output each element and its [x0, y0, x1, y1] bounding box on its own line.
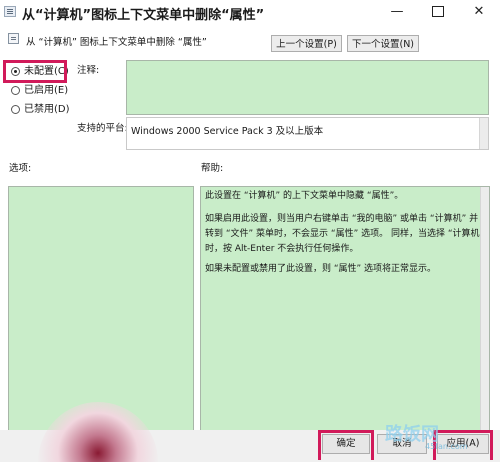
- comment-textarea[interactable]: [126, 60, 489, 115]
- help-panel: 此设置在 “计算机” 的上下文菜单中隐藏 “属性”。 如果启用此设置，则当用户右…: [200, 186, 490, 438]
- supported-platform-field: Windows 2000 Service Pack 3 及以上版本: [126, 117, 489, 150]
- radio-label-disabled: 已禁用(D): [24, 104, 70, 115]
- help-paragraph: 如果未配置或禁用了此设置，则 “属性” 选项将正常显示。: [205, 264, 437, 274]
- policy-header: 从 “计算机” 图标上下文菜单中删除 “属性” 上一个设置(P) 下一个设置(N…: [0, 26, 500, 56]
- policy-setting-icon: [8, 33, 19, 44]
- radio-enabled[interactable]: 已启用(E): [8, 81, 74, 101]
- help-label: 帮助:: [201, 163, 224, 174]
- title-bar: 从“计算机”图标上下文菜单中删除“属性” — ✕: [0, 0, 500, 26]
- maximize-icon: [432, 6, 444, 17]
- radio-unselected-indicator[interactable]: [11, 105, 20, 114]
- policy-name: 从 “计算机” 图标上下文菜单中删除 “属性”: [26, 37, 207, 48]
- options-label: 选项:: [9, 163, 32, 174]
- radio-unselected-indicator[interactable]: [11, 86, 20, 95]
- policy-window-icon: [4, 6, 16, 17]
- window-title: 从“计算机”图标上下文菜单中删除“属性”: [22, 8, 265, 23]
- watermark-url: 45fan.com: [425, 442, 468, 451]
- previous-setting-button[interactable]: 上一个设置(P): [271, 35, 342, 52]
- supported-platform-label: 支持的平台:: [77, 123, 128, 134]
- maximize-button[interactable]: [421, 0, 455, 24]
- minimize-button[interactable]: —: [380, 0, 414, 24]
- radio-disabled[interactable]: 已禁用(D): [8, 100, 74, 120]
- options-panel: [8, 186, 194, 436]
- close-button[interactable]: ✕: [462, 0, 496, 24]
- help-paragraph: 此设置在 “计算机” 的上下文菜单中隐藏 “属性”。: [205, 191, 404, 201]
- highlight-box-not-configured: [3, 60, 67, 83]
- help-scrollbar[interactable]: [480, 187, 489, 437]
- comment-label: 注释:: [77, 65, 100, 76]
- highlight-box-ok: [318, 430, 374, 460]
- next-setting-button[interactable]: 下一个设置(N): [347, 35, 419, 52]
- help-paragraph: 如果启用此设置，则当用户右键单击 “我的电脑” 或单击 “计算机” 并转到 “文…: [205, 214, 485, 254]
- radio-label-enabled: 已启用(E): [24, 85, 69, 96]
- supported-platform-value: Windows 2000 Service Pack 3 及以上版本: [131, 126, 324, 137]
- platform-scrollbar[interactable]: [479, 118, 488, 149]
